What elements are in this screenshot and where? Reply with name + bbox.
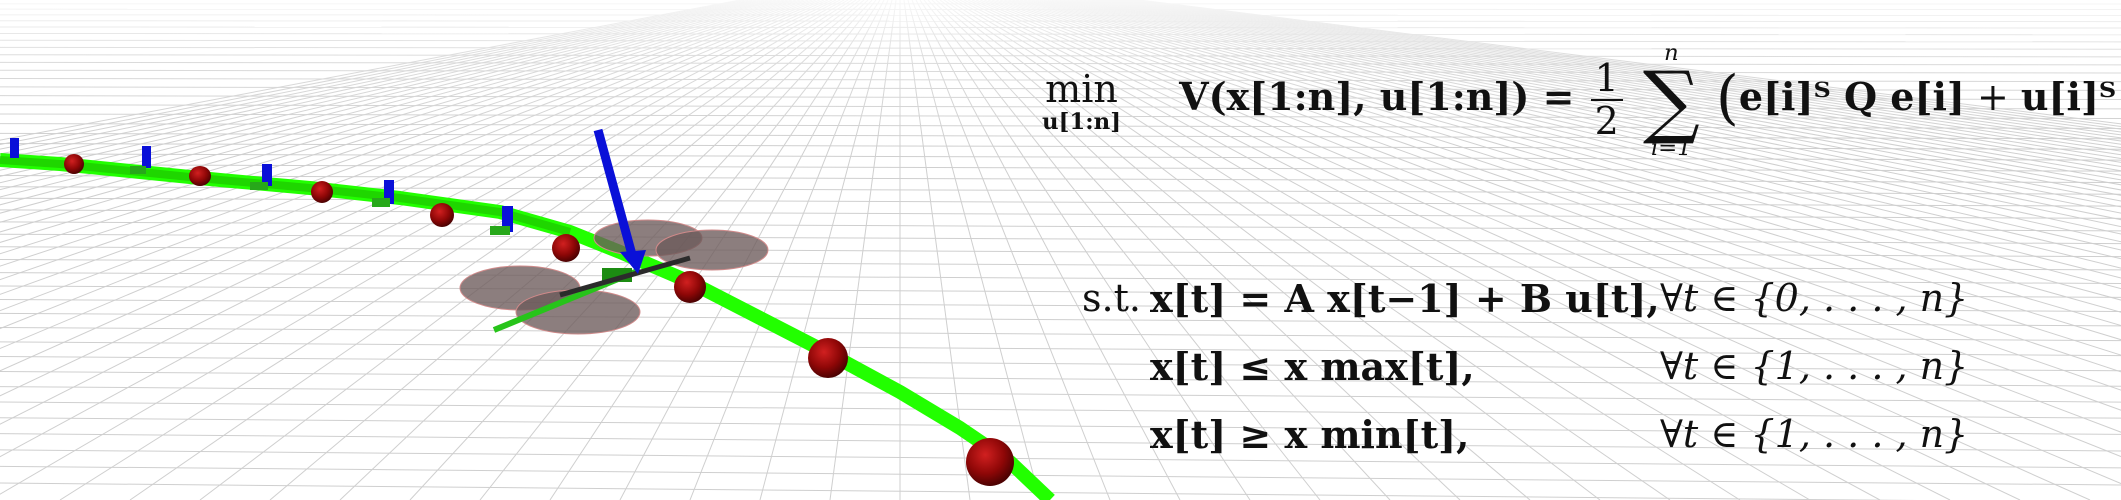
fraction-numerator: 1	[1590, 58, 1623, 101]
upper-bound-domain: ∀t ∈ {1, . . . , n}	[1660, 344, 1969, 388]
fraction-denominator: 2	[1594, 98, 1619, 143]
error-term: e[i]ᵀ Q e[i]	[1738, 74, 1965, 120]
st-label: s.t.	[1082, 276, 1141, 320]
waypoint-marker	[966, 438, 1014, 486]
plus-sign: +	[1976, 75, 2009, 120]
constraint-label: s.t.	[1082, 276, 1141, 320]
body-marker	[250, 182, 268, 190]
summation: n ∑ i=1	[1643, 42, 1700, 159]
sigma-icon: ∑	[1642, 53, 1700, 147]
thrust-arrow	[10, 138, 19, 158]
waypoint-marker	[430, 203, 454, 227]
constraint-row-dynamics: x[t] = A x[t−1] + B u[t],	[1150, 276, 1660, 321]
upper-bound-constraint: x[t] ≤ x max[t],	[1150, 344, 1475, 389]
lower-bound-constraint: x[t] ≥ x min[t],	[1150, 412, 1470, 457]
waypoint-marker	[808, 338, 848, 378]
sum-lower: i=1	[1650, 134, 1692, 161]
thrust-arrow	[142, 146, 151, 168]
waypoint-marker	[552, 234, 580, 262]
paren-open: (	[1715, 62, 1739, 132]
figure: min u[1:n] V(x[1:n], u[1:n]) = 1 2 n ∑ i…	[0, 0, 2121, 500]
half-fraction: 1 2	[1590, 58, 1623, 143]
min-subscript: u[1:n]	[1042, 109, 1121, 136]
dynamics-constraint: x[t] = A x[t−1] + B u[t],	[1150, 276, 1660, 321]
min-operator: min u[1:n]	[1042, 67, 1121, 134]
constraint-row-upper: x[t] ≤ x max[t],	[1150, 344, 1475, 389]
dynamics-domain: ∀t ∈ {0, . . . , n}	[1660, 276, 1969, 320]
body-marker	[490, 226, 510, 235]
objective-lhs: V(x[1:n], u[1:n]) =	[1179, 74, 1575, 120]
constraint-domain-lower: ∀t ∈ {1, . . . , n}	[1660, 412, 1968, 456]
waypoint-marker	[64, 154, 84, 174]
waypoint-marker	[311, 181, 333, 203]
waypoint-marker	[674, 271, 706, 303]
control-term: u[i]ᵀ P u[i]	[2020, 74, 2121, 120]
objective-function: min u[1:n] V(x[1:n], u[1:n]) = 1 2 n ∑ i…	[1042, 42, 2121, 159]
min-label: min	[1045, 67, 1118, 112]
body-marker	[130, 166, 146, 174]
lower-bound-domain: ∀t ∈ {1, . . . , n}	[1660, 412, 1969, 456]
constraint-domain-dynamics: ∀t ∈ {0, . . . , n}	[1660, 276, 1968, 320]
constraint-row-lower: x[t] ≥ x min[t],	[1150, 412, 1469, 457]
constraint-domain-upper: ∀t ∈ {1, . . . , n}	[1660, 344, 1968, 388]
body-marker	[372, 198, 390, 207]
waypoint-marker	[189, 166, 211, 186]
